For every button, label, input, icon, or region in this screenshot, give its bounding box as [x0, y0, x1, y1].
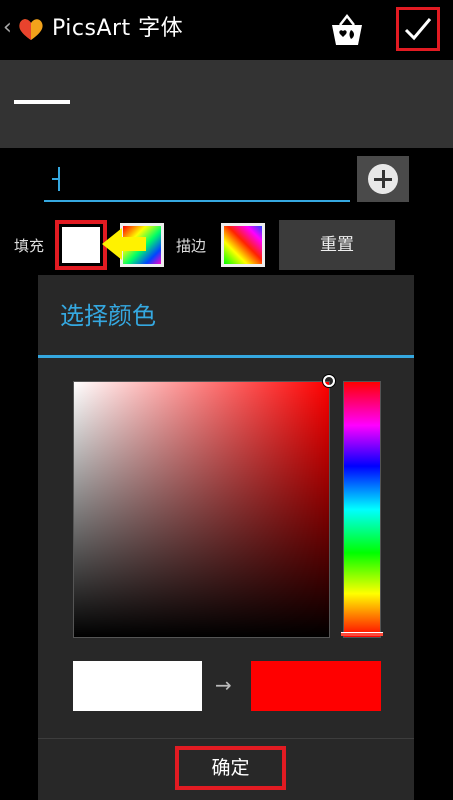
stroke-label: 描边 [176, 237, 207, 255]
dialog-footer-divider [38, 738, 414, 739]
arrow-right-icon: → [215, 673, 232, 697]
new-color-preview [251, 661, 381, 711]
arrow-left-icon [102, 228, 146, 260]
app-title: PicsArt 字体 [52, 16, 184, 41]
shopping-basket-icon[interactable] [328, 12, 366, 48]
stroke-color-button[interactable] [221, 223, 265, 267]
plus-icon-bar-v [382, 170, 385, 188]
fill-label: 填充 [14, 237, 45, 255]
text-preview-area [0, 60, 453, 148]
reset-button[interactable]: 重置 [279, 220, 395, 270]
preview-text-stroke [14, 100, 70, 104]
hue-slider[interactable] [343, 381, 381, 638]
old-color-preview [73, 661, 202, 711]
text-cursor [58, 167, 60, 191]
confirm-button[interactable] [396, 7, 440, 51]
picsart-logo [19, 19, 43, 40]
saturation-value-picker[interactable] [73, 381, 330, 638]
hue-slider-marker[interactable] [341, 632, 383, 636]
chevron-left-icon[interactable]: ‹ [3, 16, 12, 40]
text-input[interactable] [44, 158, 350, 202]
fill-color-swatch[interactable] [62, 227, 100, 263]
ok-button[interactable]: 确定 [175, 746, 286, 790]
color-picker-handle[interactable] [323, 375, 335, 387]
dialog-title: 选择颜色 [60, 302, 156, 330]
checkmark-icon [404, 18, 432, 41]
dialog-divider [38, 355, 414, 358]
color-wheel-icon [224, 226, 262, 264]
